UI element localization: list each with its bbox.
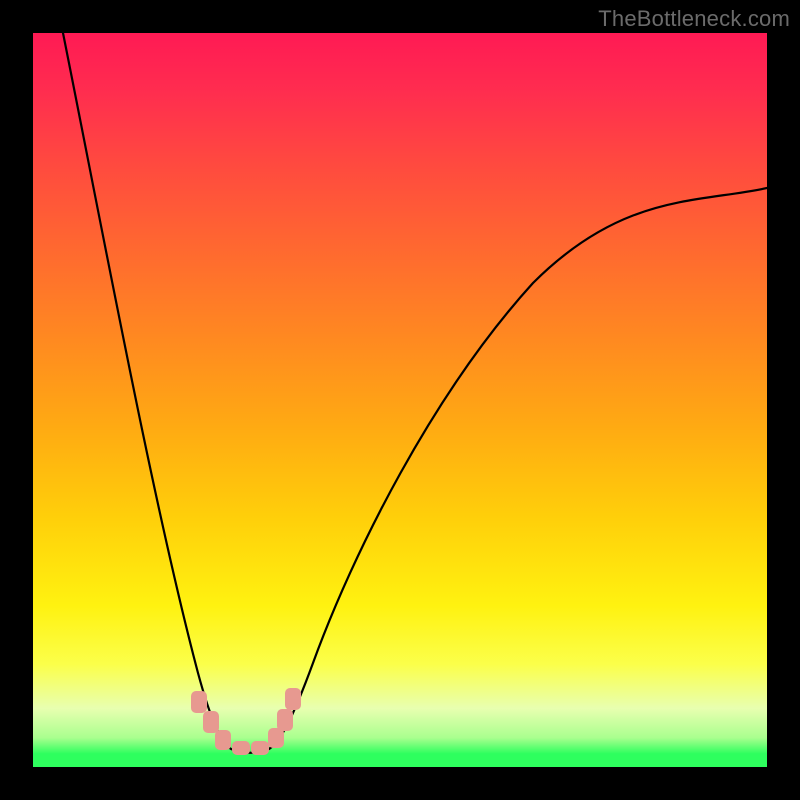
watermark-text: TheBottleneck.com <box>598 6 790 32</box>
plot-area <box>33 33 767 767</box>
chart-frame: TheBottleneck.com <box>0 0 800 800</box>
curve-path <box>63 33 767 753</box>
valley-beads <box>191 688 301 755</box>
bottleneck-curve <box>33 33 767 767</box>
